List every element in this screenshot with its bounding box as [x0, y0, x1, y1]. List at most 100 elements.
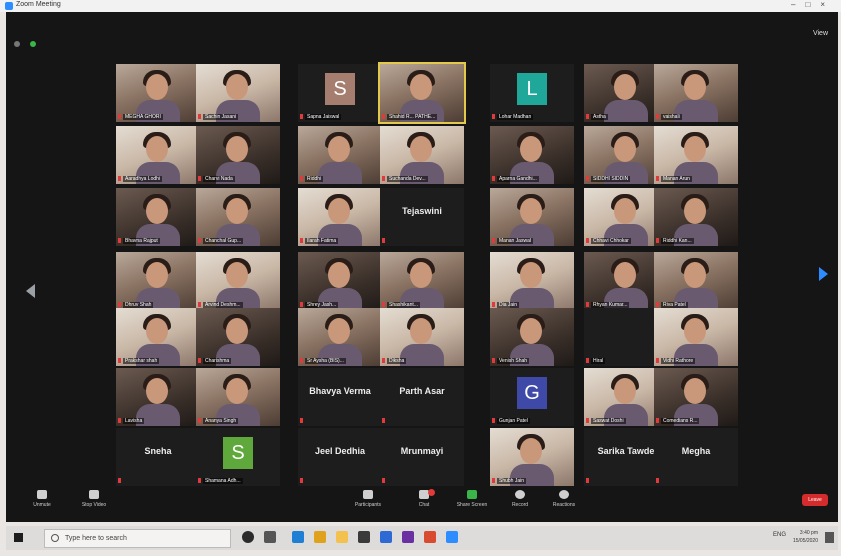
- participant-tile[interactable]: G Gunjan Patel: [490, 368, 574, 426]
- taskbar-search-box[interactable]: Type here to search: [44, 529, 231, 548]
- previous-page-arrow-icon[interactable]: [26, 284, 35, 298]
- participant-tile[interactable]: Aparna Gandhi...: [490, 126, 574, 184]
- maximize-button[interactable]: □: [805, 0, 820, 9]
- word-icon[interactable]: [380, 531, 392, 543]
- participant-display-name: Parth Asar: [399, 386, 445, 396]
- participant-tile[interactable]: Dia Jain: [490, 252, 574, 310]
- participant-tile[interactable]: Bhavya Verma: [298, 368, 382, 426]
- participant-tile[interactable]: L Lohar Madhan: [490, 64, 574, 122]
- participant-tile[interactable]: Comedians R...: [654, 368, 738, 426]
- participant-video-face: [328, 318, 350, 344]
- powerpoint-icon[interactable]: [424, 531, 436, 543]
- view-button[interactable]: View: [813, 30, 828, 37]
- language-indicator[interactable]: ENG: [773, 532, 786, 538]
- store-icon[interactable]: [358, 531, 370, 543]
- participant-tile[interactable]: Jeel Dedhia: [298, 428, 382, 486]
- participant-tile[interactable]: Charvi Nada: [196, 126, 280, 184]
- next-page-arrow-icon[interactable]: [819, 267, 828, 281]
- muted-microphone-icon: [300, 418, 303, 423]
- participant-name-label: Manan Jaswal: [497, 238, 533, 244]
- participant-tile[interactable]: Manan Jaswal: [490, 188, 574, 246]
- participant-tile[interactable]: Chanchal Gup...: [196, 188, 280, 246]
- participant-tile[interactable]: Riddhi Kan...: [654, 188, 738, 246]
- participant-name-label: Shahid R... PATHE...: [387, 114, 438, 120]
- participant-tile[interactable]: Shrey Jash...: [298, 252, 382, 310]
- participant-video-body: [604, 100, 648, 122]
- windows-start-icon[interactable]: [14, 533, 23, 542]
- participant-display-name: Jeel Dedhia: [314, 446, 366, 456]
- muted-microphone-icon: [118, 176, 121, 181]
- participant-tile[interactable]: Aaradhya Lodhi: [116, 126, 200, 184]
- participant-video-face: [226, 378, 248, 404]
- participant-tile[interactable]: Lavisha: [116, 368, 200, 426]
- participant-tile[interactable]: Mrunmayi: [380, 428, 464, 486]
- participant-display-name: Sneha: [144, 446, 172, 456]
- participant-tile[interactable]: Suchanda Dev...: [380, 126, 464, 184]
- meeting-toolbar: Unmute Stop Video Participants Chat Shar…: [6, 488, 838, 522]
- participant-tile[interactable]: vaishali: [654, 64, 738, 122]
- participant-tile[interactable]: Diksha: [380, 308, 464, 366]
- file-explorer-icon[interactable]: [336, 531, 348, 543]
- leave-meeting-button[interactable]: Leave: [802, 494, 828, 506]
- reactions-button[interactable]: Reactions: [544, 490, 584, 508]
- participant-tile[interactable]: Prakshar shah: [116, 308, 200, 366]
- participants-button[interactable]: Participants: [348, 490, 388, 508]
- record-button[interactable]: Record: [500, 490, 540, 508]
- task-view-icon[interactable]: [264, 531, 276, 543]
- muted-microphone-icon: [118, 358, 121, 363]
- participant-tile[interactable]: Bhavna Rajput: [116, 188, 200, 246]
- participant-tile[interactable]: Riddhi: [298, 126, 382, 184]
- info-icon[interactable]: [14, 41, 20, 47]
- participant-tile[interactable]: Tejaswini: [380, 188, 464, 246]
- participant-tile[interactable]: Ananya Singh: [196, 368, 280, 426]
- stop-video-button[interactable]: Stop Video: [74, 490, 114, 508]
- participant-tile[interactable]: Sachin Jasani: [196, 64, 280, 122]
- close-button[interactable]: ×: [820, 0, 835, 9]
- muted-microphone-icon: [492, 176, 495, 181]
- muted-microphone-icon: [656, 478, 659, 483]
- participant-tile[interactable]: MEGHA GHORI: [116, 64, 200, 122]
- participant-tile[interactable]: Parth Asar: [380, 368, 464, 426]
- participant-tile[interactable]: Manan Arun: [654, 126, 738, 184]
- participant-tile[interactable]: Charishma: [196, 308, 280, 366]
- participant-avatar: G: [517, 377, 547, 409]
- participant-name-label: Charishma: [203, 358, 232, 364]
- muted-microphone-icon: [300, 478, 303, 483]
- participant-name-label: Prakshar shah: [123, 358, 160, 364]
- photoshop-icon[interactable]: [402, 531, 414, 543]
- unmute-button[interactable]: Unmute: [22, 490, 62, 508]
- participant-tile[interactable]: S Shamana Adh...: [196, 428, 280, 486]
- video-camera-icon: [89, 490, 99, 499]
- chrome-icon[interactable]: [314, 531, 326, 543]
- minimize-button[interactable]: –: [791, 0, 805, 9]
- participant-tile[interactable]: Shubh Jain: [490, 428, 574, 486]
- share-screen-button[interactable]: Share Screen: [452, 490, 492, 508]
- participant-video-face: [146, 378, 168, 404]
- participant-tile[interactable]: Vidhi Rathore: [654, 308, 738, 366]
- chat-button[interactable]: Chat: [404, 489, 444, 508]
- participant-tile[interactable]: Venish Shah: [490, 308, 574, 366]
- participant-tile[interactable]: Riva Patel: [654, 252, 738, 310]
- participant-tile[interactable]: Dhruv Shah: [116, 252, 200, 310]
- muted-microphone-icon: [656, 358, 659, 363]
- participant-tile[interactable]: Arvind Deshm...: [196, 252, 280, 310]
- participant-video-face: [614, 378, 636, 404]
- participant-tile[interactable]: Ilarah Fatima: [298, 188, 382, 246]
- clock-time: 3:40 pm: [799, 530, 818, 536]
- participant-tile[interactable]: Sneha: [116, 428, 200, 486]
- zoom-taskbar-icon[interactable]: [446, 531, 458, 543]
- taskbar-clock[interactable]: 3:40 pm 15/05/2020: [793, 529, 818, 545]
- participant-tile[interactable]: S Sapna Jaiswal: [298, 64, 382, 122]
- notification-center-icon[interactable]: [825, 532, 834, 543]
- share-screen-icon: [467, 490, 477, 499]
- window-controls[interactable]: –□×: [791, 0, 835, 9]
- participant-tile[interactable]: Shashikant...: [380, 252, 464, 310]
- participant-tile[interactable]: Megha: [654, 428, 738, 486]
- participant-tile[interactable]: Sr Aysha (BIS)...: [298, 308, 382, 366]
- cortana-icon[interactable]: [242, 531, 254, 543]
- system-tray[interactable]: ENG: [773, 532, 786, 538]
- muted-microphone-icon: [118, 238, 121, 243]
- security-shield-icon[interactable]: [30, 41, 37, 47]
- participant-tile[interactable]: Shahid R... PATHE...: [378, 62, 466, 124]
- edge-browser-icon[interactable]: [292, 531, 304, 543]
